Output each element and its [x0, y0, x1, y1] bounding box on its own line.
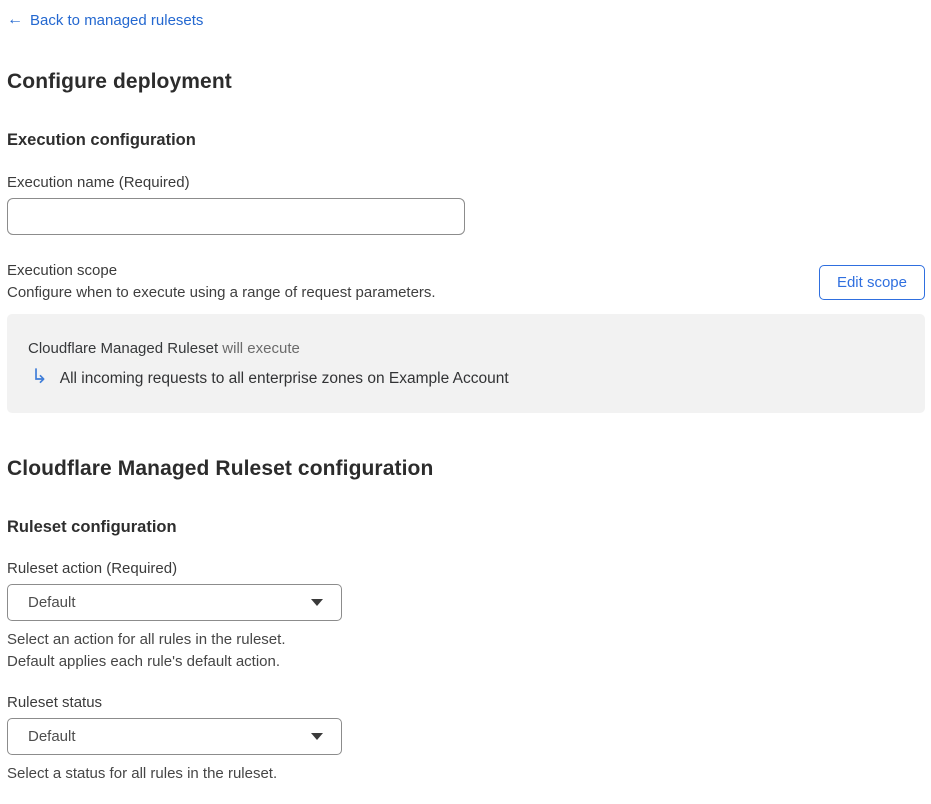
- page-title: Configure deployment: [7, 70, 232, 93]
- summary-headline: Cloudflare Managed Ruleset will execute: [28, 340, 904, 357]
- summary-ruleset-name: Cloudflare Managed Ruleset: [28, 340, 219, 357]
- execution-scope-text-block: Execution scope Configure when to execut…: [7, 260, 436, 304]
- summary-scope-line: ↳ All incoming requests to all enterpris…: [28, 366, 904, 388]
- back-link-label: Back to managed rulesets: [30, 11, 204, 29]
- back-arrow-icon: ←: [7, 11, 23, 28]
- ruleset-status-label: Ruleset status: [7, 694, 103, 711]
- execution-configuration-heading: Execution configuration: [7, 131, 196, 149]
- chevron-down-icon: [311, 599, 323, 606]
- execution-scope-description: Configure when to execute using a range …: [7, 284, 436, 301]
- execution-summary-box: Cloudflare Managed Ruleset will execute …: [7, 314, 925, 413]
- configure-deployment-page: ← Back to managed rulesets Configure dep…: [0, 11, 931, 785]
- ruleset-configuration-heading: Ruleset configuration: [7, 518, 177, 536]
- back-to-managed-rulesets-link[interactable]: ← Back to managed rulesets: [7, 12, 203, 29]
- nested-arrow-icon: ↳: [31, 366, 48, 388]
- summary-scope-text: All incoming requests to all enterprise …: [59, 370, 509, 387]
- execution-name-input[interactable]: [7, 198, 465, 235]
- ruleset-status-select[interactable]: Default: [7, 718, 342, 755]
- summary-will-execute: will execute: [218, 340, 300, 357]
- ruleset-action-help-2: Default applies each rule's default acti…: [7, 653, 281, 670]
- ruleset-action-help-1: Select an action for all rules in the ru…: [7, 631, 286, 648]
- execution-name-label: Execution name (Required): [7, 174, 190, 191]
- ruleset-configuration-page-title: Cloudflare Managed Ruleset configuration: [7, 457, 434, 480]
- ruleset-action-selected-value: Default: [28, 594, 76, 611]
- ruleset-action-label: Ruleset action (Required): [7, 560, 178, 577]
- edit-scope-button[interactable]: Edit scope: [818, 265, 925, 300]
- back-row: ← Back to managed rulesets: [7, 11, 925, 29]
- ruleset-status-selected-value: Default: [28, 728, 76, 745]
- chevron-down-icon: [311, 733, 323, 740]
- execution-scope-row: Execution scope Configure when to execut…: [7, 260, 925, 304]
- ruleset-action-select[interactable]: Default: [7, 584, 342, 621]
- execution-scope-label: Execution scope: [7, 262, 118, 279]
- ruleset-status-help: Select a status for all rules in the rul…: [7, 765, 278, 782]
